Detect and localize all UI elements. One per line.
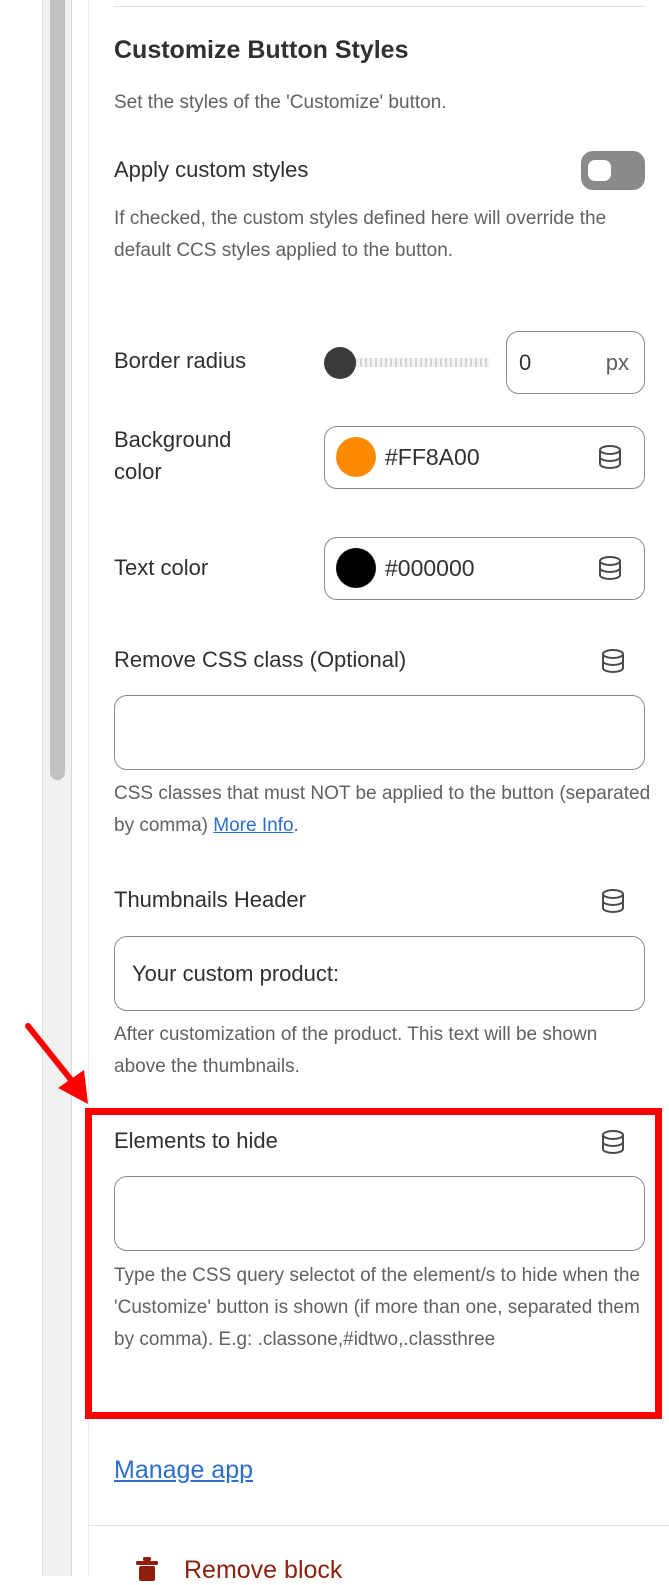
footer-divider (89, 1525, 669, 1526)
remove-css-class-input[interactable] (114, 695, 645, 770)
text-color-label: Text color (114, 555, 209, 580)
text-color-value[interactable]: #000000 (385, 555, 475, 582)
background-color-value[interactable]: #FF8A00 (385, 444, 480, 471)
slider-handle[interactable] (324, 347, 356, 379)
border-radius-slider[interactable] (324, 346, 492, 380)
apply-custom-styles-help: If checked, the custom styles defined he… (114, 208, 607, 261)
thumbnails-header-label: Thumbnails Header (114, 887, 306, 912)
trash-icon[interactable] (134, 1556, 160, 1582)
section-title: Customize Button Styles (114, 36, 409, 64)
thumbnails-header-input[interactable]: Your custom product: (114, 936, 645, 1011)
background-color-label-line1: Background (114, 427, 232, 452)
slider-rail (340, 358, 490, 367)
panel-border (71, 0, 72, 1576)
database-icon[interactable] (599, 647, 627, 675)
thumbnails-header-help: After customization of the product. This… (114, 1024, 598, 1077)
apply-custom-styles-label: Apply custom styles (114, 157, 309, 182)
border-radius-input[interactable]: 0 px (506, 331, 645, 394)
section-divider (114, 6, 645, 7)
red-arrow-icon (25, 1023, 88, 1104)
scrollbar-thumb[interactable] (50, 0, 65, 780)
manage-app-link[interactable]: Manage app (114, 1456, 253, 1485)
text-color-picker[interactable]: #000000 (324, 537, 645, 600)
background-color-picker[interactable]: #FF8A00 (324, 426, 645, 489)
apply-custom-styles-toggle[interactable] (581, 151, 645, 190)
background-color-label-line2: color (114, 459, 162, 484)
database-icon[interactable] (596, 443, 624, 471)
remove-block-button[interactable]: Remove block (184, 1556, 342, 1585)
text-color-swatch[interactable] (336, 548, 376, 588)
left-canvas-edge (0, 0, 42, 1576)
database-icon[interactable] (596, 554, 624, 582)
border-radius-label: Border radius (114, 348, 247, 373)
background-color-swatch[interactable] (336, 437, 376, 477)
border-radius-value: 0 (519, 350, 532, 375)
thumbnails-header-value: Your custom product: (132, 961, 340, 986)
remove-css-class-label: Remove CSS class (Optional) (114, 647, 407, 672)
border-radius-unit: px (605, 350, 629, 375)
help-period: . (293, 815, 299, 836)
annotation-highlight-box (85, 1108, 662, 1419)
database-icon[interactable] (599, 887, 627, 915)
remove-css-class-help: CSS classes that must NOT be applied to … (114, 778, 654, 842)
section-subtitle: Set the styles of the 'Customize' button… (114, 92, 447, 113)
remove-css-class-help-text: CSS classes that must NOT be applied to … (114, 783, 651, 836)
toggle-knob (588, 160, 611, 181)
more-info-link[interactable]: More Info (213, 815, 293, 836)
